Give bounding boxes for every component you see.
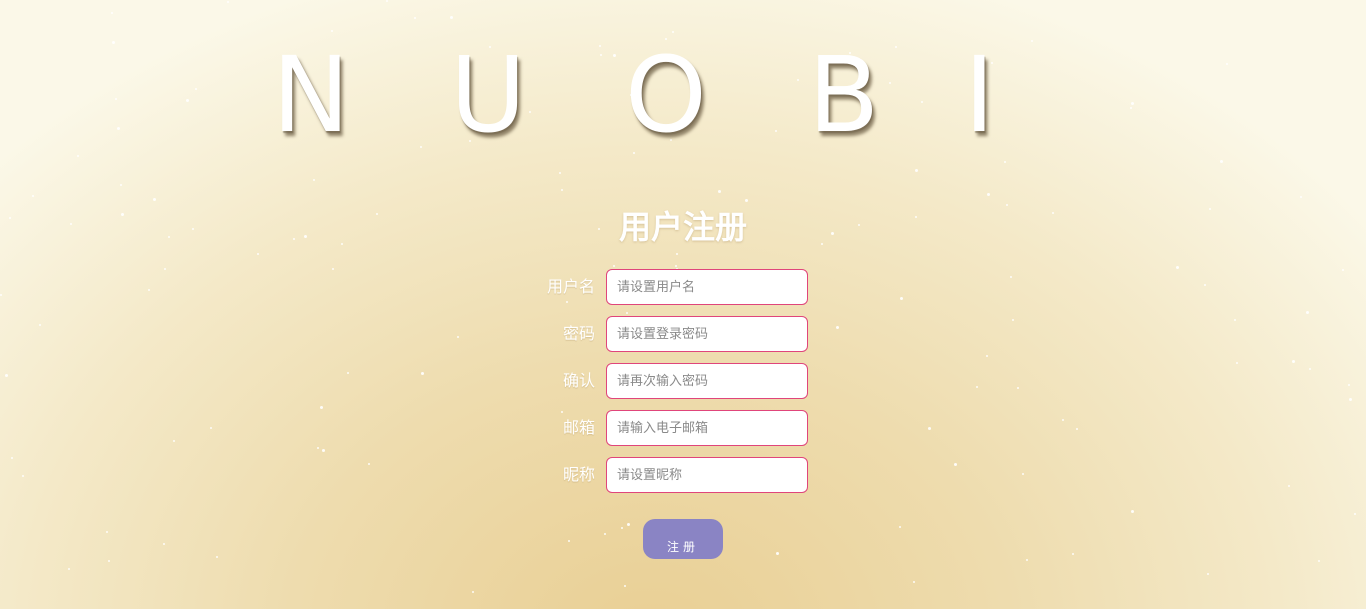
star-dot <box>257 253 259 255</box>
star-dot <box>626 312 628 314</box>
form-title: 用户注册 <box>618 208 747 246</box>
star-dot <box>1300 196 1302 198</box>
star-dot <box>472 591 474 593</box>
password-input[interactable] <box>606 316 808 352</box>
star-dot <box>386 0 388 2</box>
star-dot <box>987 193 990 196</box>
star-dot <box>1207 573 1209 575</box>
star-dot <box>216 556 218 558</box>
star-dot <box>672 31 674 33</box>
nickname-row: 昵称 <box>0 457 1366 493</box>
star-dot <box>106 531 108 533</box>
star-dot <box>1354 513 1356 515</box>
star-dot <box>322 449 325 452</box>
confirm-password-label: 确认 <box>562 371 595 390</box>
star-dot <box>899 526 901 528</box>
star-dot <box>68 568 70 570</box>
star-dot <box>331 30 333 32</box>
star-dot <box>227 1 229 3</box>
nickname-label: 昵称 <box>562 465 595 484</box>
star-dot <box>120 184 122 186</box>
star-dot <box>317 447 319 449</box>
star-dot <box>1131 510 1134 513</box>
star-dot <box>913 581 915 583</box>
email-row: 邮箱 <box>0 410 1366 446</box>
star-dot <box>718 190 721 193</box>
star-dot <box>1220 160 1223 163</box>
star-dot <box>163 543 165 545</box>
star-dot <box>621 527 623 529</box>
username-row: 用户名 <box>0 269 1366 305</box>
star-dot <box>1318 560 1320 562</box>
star-dot <box>568 540 570 542</box>
password-row: 密码 <box>0 316 1366 352</box>
register-button[interactable]: 注册 <box>643 519 723 559</box>
star-dot <box>624 585 626 587</box>
brand-letter: U <box>450 34 527 156</box>
star-dot <box>1026 559 1028 561</box>
confirm-password-row: 确认 <box>0 363 1366 399</box>
username-input[interactable] <box>606 269 808 305</box>
star-dot <box>559 172 561 174</box>
star-dot <box>32 195 34 197</box>
email-input[interactable] <box>606 410 808 446</box>
brand-letter: B <box>808 34 880 156</box>
star-dot <box>915 169 918 172</box>
star-dot <box>776 552 779 555</box>
star-dot <box>986 355 988 357</box>
nickname-input[interactable] <box>606 457 808 493</box>
username-label: 用户名 <box>546 277 595 296</box>
star-dot <box>676 253 678 255</box>
brand-letter: O <box>625 34 707 156</box>
star-dot <box>313 179 315 181</box>
star-dot <box>627 523 630 526</box>
brand-letter: N <box>272 34 350 156</box>
star-dot <box>604 533 606 535</box>
star-dot <box>153 198 156 201</box>
brand-logo: N U O B I <box>0 40 1366 150</box>
star-dot <box>450 16 453 19</box>
confirm-password-input[interactable] <box>606 363 808 399</box>
star-dot <box>320 406 323 409</box>
star-dot <box>675 265 677 267</box>
star-dot <box>1306 311 1309 314</box>
password-label: 密码 <box>562 324 595 343</box>
star-dot <box>111 12 113 14</box>
star-dot <box>108 560 110 562</box>
email-label: 邮箱 <box>562 418 595 437</box>
star-dot <box>1072 553 1074 555</box>
star-dot <box>77 155 79 157</box>
star-dot <box>561 189 563 191</box>
star-dot <box>1004 161 1006 163</box>
star-dot <box>613 265 615 267</box>
star-dot <box>414 17 416 19</box>
brand-letter: I <box>964 34 995 156</box>
